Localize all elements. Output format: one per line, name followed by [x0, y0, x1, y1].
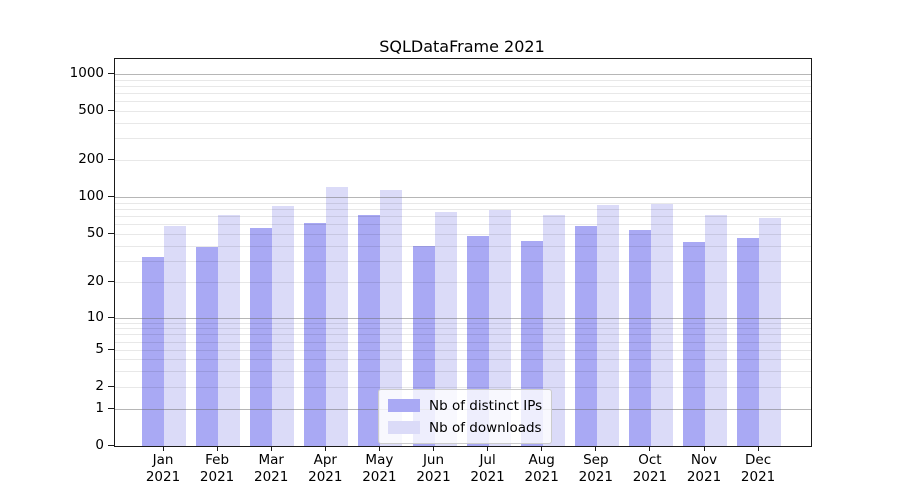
y-tick-label: 2 — [95, 378, 104, 394]
y-tick-label: 5 — [95, 341, 104, 357]
y-tick-mark — [108, 280, 114, 282]
y-tick-label: 200 — [78, 151, 104, 167]
bar-downloads-feb — [218, 215, 241, 446]
bar-distinct-ips-feb — [196, 247, 219, 446]
bar-distinct-ips-apr — [304, 223, 327, 446]
bar-downloads-apr — [326, 187, 349, 446]
y-tick-mark — [108, 72, 114, 74]
legend-entry-distinct-ips: Nb of distinct IPs — [388, 397, 542, 414]
x-tick-mark — [162, 446, 164, 451]
x-tick-mark — [487, 446, 489, 451]
legend-swatch-downloads — [388, 421, 420, 434]
y-tick-label: 1000 — [69, 65, 104, 81]
bar-downloads-oct — [650, 203, 673, 446]
x-tick-mark — [324, 446, 326, 451]
bar-distinct-ips-jan — [142, 257, 164, 446]
legend-swatch-distinct-ips — [388, 399, 420, 412]
y-tick-label: 1 — [95, 400, 104, 416]
y-tick-label: 100 — [78, 188, 104, 204]
x-tick-mark — [649, 446, 651, 451]
chart-title: SQLDataFrame 2021 — [379, 37, 545, 56]
y-tick-mark — [108, 158, 114, 160]
y-tick-mark — [108, 109, 114, 111]
legend-label-downloads: Nb of downloads — [429, 419, 542, 436]
y-tick-mark — [108, 444, 114, 446]
x-tick-mark — [216, 446, 218, 451]
y-tick-mark — [108, 232, 114, 234]
x-tick-mark — [703, 446, 705, 451]
bar-distinct-ips-dec — [737, 238, 760, 446]
y-tick-mark — [108, 407, 114, 409]
bar-downloads-mar — [272, 206, 295, 446]
y-tick-label: 20 — [86, 273, 104, 289]
bar-downloads-sep — [596, 205, 619, 446]
x-tick-label-dec: Dec 2021 — [740, 452, 776, 485]
bar-downloads-dec — [759, 218, 782, 446]
y-tick-label: 10 — [86, 309, 104, 325]
bar-distinct-ips-nov — [683, 241, 705, 446]
x-tick-mark — [378, 446, 380, 451]
y-tick-mark — [108, 348, 114, 350]
legend-entry-downloads: Nb of downloads — [388, 419, 542, 436]
x-tick-mark — [433, 446, 434, 451]
legend: Nb of distinct IPs Nb of downloads — [378, 389, 553, 444]
bar-downloads-jan — [164, 226, 186, 446]
x-tick-mark — [541, 446, 543, 451]
y-tick-mark — [108, 316, 114, 318]
y-tick-label: 50 — [86, 225, 104, 241]
y-tick-label: 0 — [95, 437, 104, 453]
plot-area: Nb of distinct IPs Nb of downloads — [114, 58, 812, 447]
x-tick-mark — [757, 446, 759, 451]
legend-label-distinct-ips: Nb of distinct IPs — [429, 397, 543, 414]
y-tick-label: 500 — [78, 102, 104, 118]
bar-downloads-nov — [705, 214, 727, 446]
figure: SQLDataFrame 2021 Nb of distinct IPs Nb … — [0, 0, 900, 500]
bar-distinct-ips-mar — [250, 227, 273, 446]
bars-layer — [115, 59, 811, 446]
bar-distinct-ips-oct — [628, 229, 651, 446]
x-tick-mark — [270, 446, 272, 451]
bar-distinct-ips-sep — [574, 226, 597, 446]
x-tick-mark — [595, 446, 597, 451]
y-tick-mark — [108, 195, 114, 197]
y-tick-mark — [108, 385, 114, 387]
